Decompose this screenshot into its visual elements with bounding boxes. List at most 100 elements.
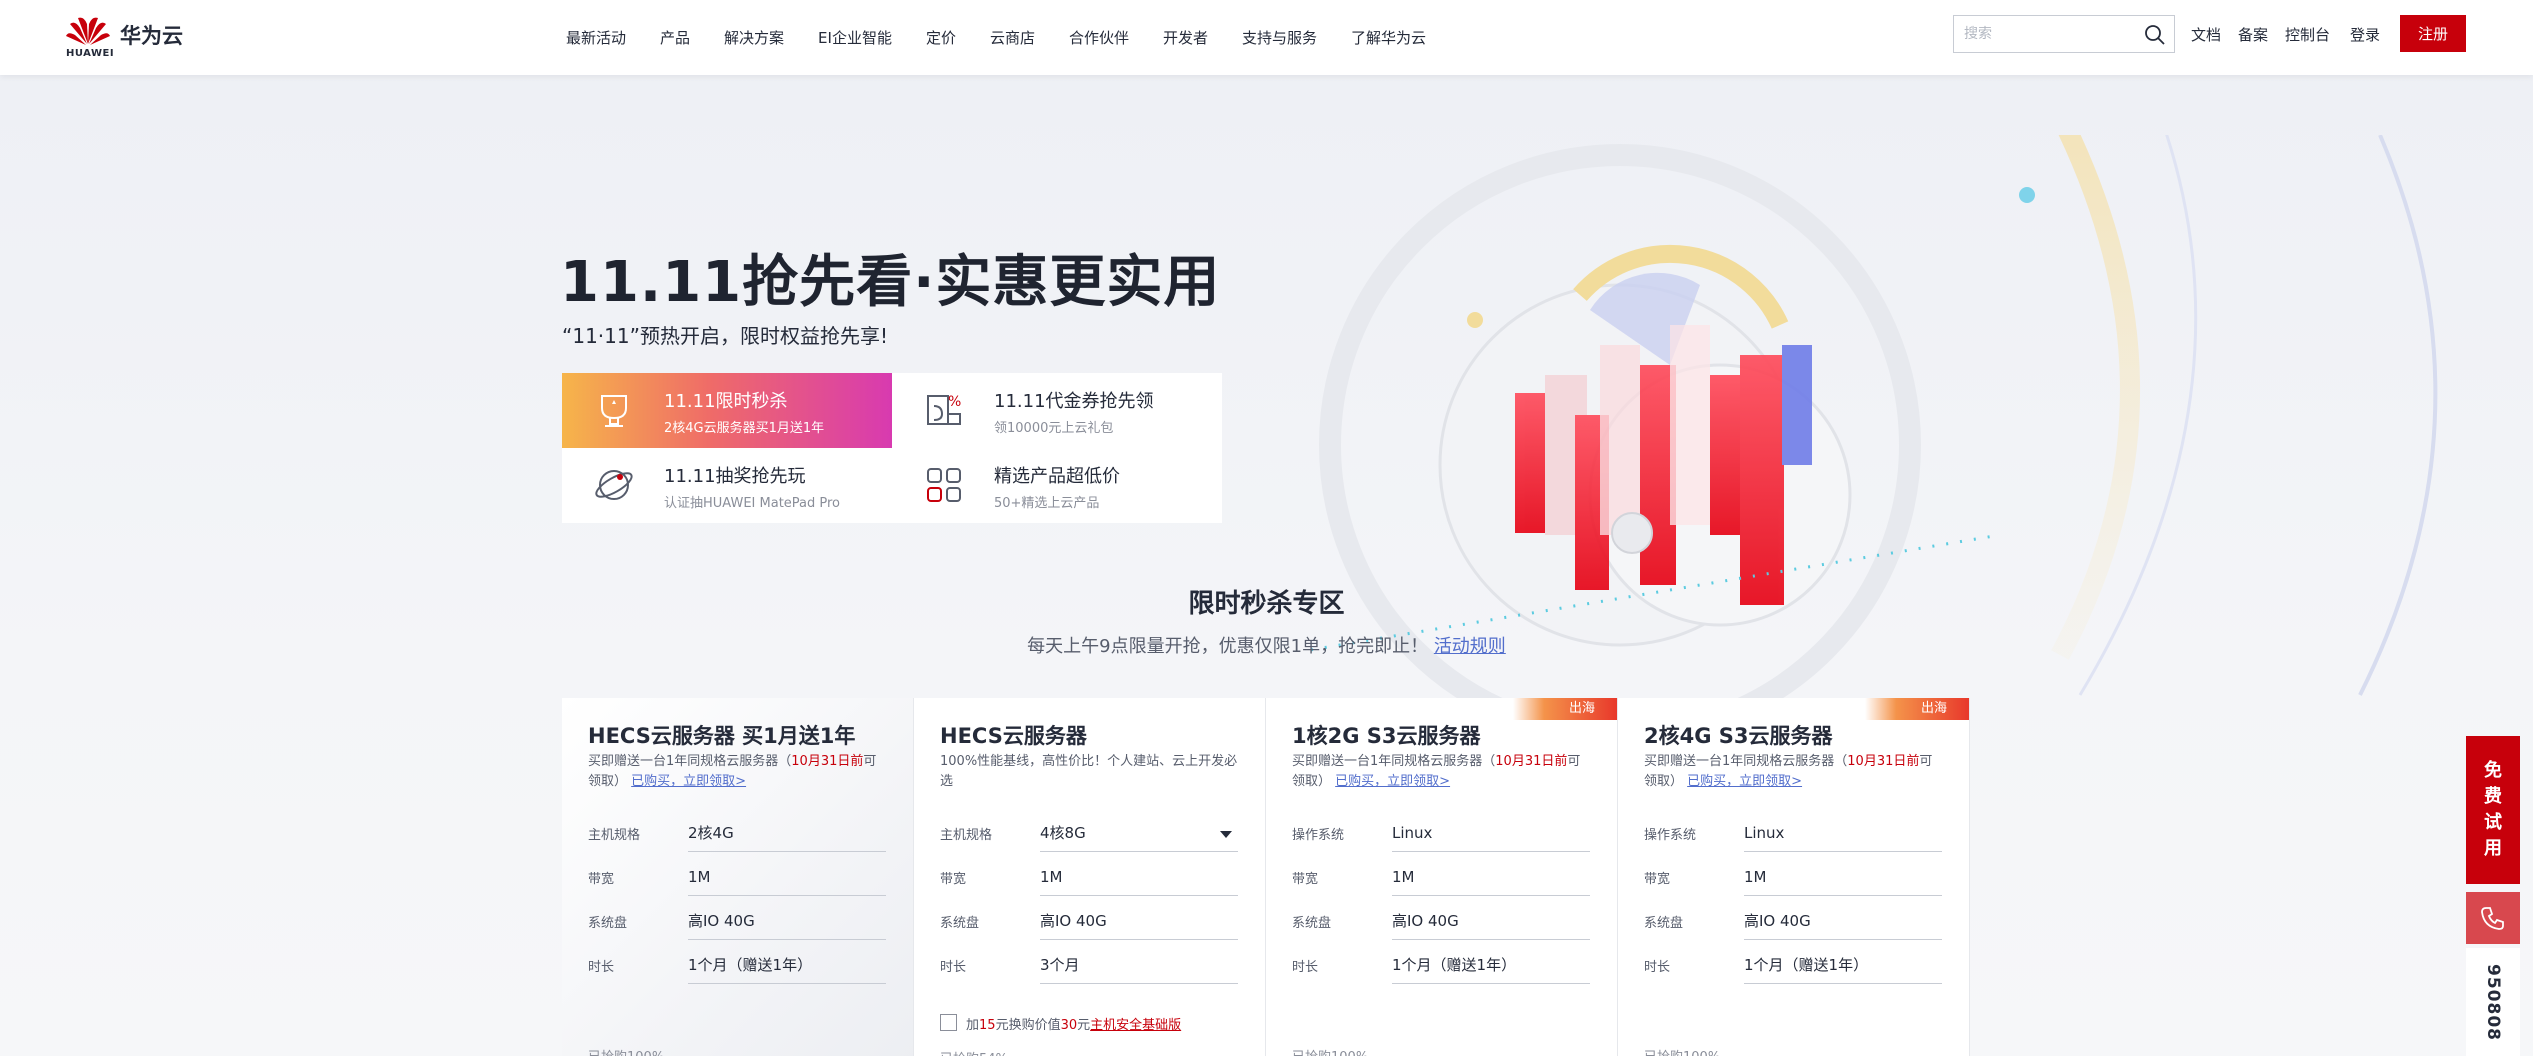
spec-value[interactable]: 2核4G xyxy=(688,818,886,852)
promo-desc: 认证抽HUAWEI MatePad Pro xyxy=(664,496,841,511)
nav-item-about[interactable]: 了解华为云 xyxy=(1351,27,1426,48)
spec-value[interactable]: Linux xyxy=(1744,818,1942,852)
card-desc-text: 买即赠送一台1年同规格云服务器（ xyxy=(1292,754,1496,769)
claim-link[interactable]: 已购买，立即领取> xyxy=(631,774,746,789)
sold-progress-text: 已抢购100% xyxy=(588,1046,664,1056)
promo-title: 11.11限时秒杀 xyxy=(664,391,788,412)
promo-desc: 50+精选上云产品 xyxy=(994,496,1100,511)
spec-value[interactable]: 1个月（赠送1年） xyxy=(688,950,886,984)
nav-item-partners[interactable]: 合作伙伴 xyxy=(1069,27,1129,48)
login-link[interactable]: 登录 xyxy=(2350,0,2380,68)
card-title: 1核2G S3云服务器 xyxy=(1292,724,1481,748)
spec-value[interactable]: 高IO 40G xyxy=(1744,906,1942,940)
spec-value[interactable]: 高IO 40G xyxy=(688,906,886,940)
spec-value[interactable]: 1个月（赠送1年） xyxy=(1744,950,1942,984)
nav-item-ei[interactable]: EI企业智能 xyxy=(818,27,892,48)
phone-button[interactable] xyxy=(2466,892,2520,944)
promo-lottery[interactable]: 11.11抽奖抢先玩 认证抽HUAWEI MatePad Pro xyxy=(562,448,892,523)
spec-label: 系统盘 xyxy=(1644,916,1684,931)
claim-link[interactable]: 已购买，立即领取> xyxy=(1687,774,1802,789)
card-deadline: 10月31日前 xyxy=(1495,754,1568,769)
spec-row: 系统盘 高IO 40G xyxy=(940,904,1240,940)
claim-link[interactable]: 已购买，立即领取> xyxy=(1335,774,1450,789)
spec-label: 主机规格 xyxy=(940,828,993,843)
product-card-hecs-promo: HECS云服务器 买1月送1年 买即赠送一台1年同规格云服务器（10月31日前可… xyxy=(562,698,914,1056)
card-desc: 买即赠送一台1年同规格云服务器（10月31日前可领取） 已购买，立即领取> xyxy=(1292,752,1592,792)
nav-item-marketplace[interactable]: 云商店 xyxy=(990,27,1035,48)
spec-label: 带宽 xyxy=(588,872,615,887)
spec-row: 带宽 1M xyxy=(940,860,1240,896)
card-deadline: 10月31日前 xyxy=(1847,754,1920,769)
card-desc: 买即赠送一台1年同规格云服务器（10月31日前可领取） 已购买，立即领取> xyxy=(588,752,888,792)
addon-text: 加 xyxy=(966,1018,980,1033)
spec-row: 带宽 1M xyxy=(1644,860,1944,896)
card-deadline: 10月31日前 xyxy=(791,754,864,769)
spec-row: 时长 1个月（赠送1年） xyxy=(1644,948,1944,984)
main-nav: 最新活动 产品 解决方案 EI企业智能 定价 云商店 合作伙伴 开发者 支持与服… xyxy=(566,0,1460,75)
addon-text: 元换购价值 xyxy=(995,1018,1061,1033)
spec-value[interactable]: 3个月 xyxy=(1040,950,1238,984)
promo-coupons[interactable]: % 11.11代金券抢先领 领10000元上云礼包 xyxy=(892,373,1222,448)
spec-label: 操作系统 xyxy=(1644,828,1697,843)
spec-label: 主机规格 xyxy=(588,828,641,843)
spec-value[interactable]: 1M xyxy=(688,862,886,896)
spec-select[interactable]: 4核8G xyxy=(1040,818,1238,852)
console-link[interactable]: 控制台 xyxy=(2285,0,2330,68)
spec-label: 带宽 xyxy=(1644,872,1671,887)
promo-title: 11.11抽奖抢先玩 xyxy=(664,466,806,487)
cup-icon xyxy=(601,395,627,427)
product-cards: HECS云服务器 买1月送1年 买即赠送一台1年同规格云服务器（10月31日前可… xyxy=(562,698,1970,1056)
search-box xyxy=(1953,15,2175,53)
overseas-badge: 出海 xyxy=(1865,698,1969,720)
promo-title: 精选产品超低价 xyxy=(994,466,1120,487)
logo-wordmark: HUAWEI xyxy=(66,48,115,59)
activity-rules-link[interactable]: 活动规则 xyxy=(1434,636,1506,657)
spec-value[interactable]: 高IO 40G xyxy=(1392,906,1590,940)
promo-title: 11.11代金券抢先领 xyxy=(994,391,1154,412)
card-title: HECS云服务器 xyxy=(940,724,1087,748)
nav-item-support[interactable]: 支持与服务 xyxy=(1242,27,1317,48)
spec-row: 系统盘 高IO 40G xyxy=(1644,904,1944,940)
phone-number-text: 950808 xyxy=(2483,963,2503,1041)
spec-value[interactable]: 1M xyxy=(1392,862,1590,896)
hero-subtitle: “11·11”预热开启，限时权益抢先享! xyxy=(562,324,888,348)
addon-price: 15 xyxy=(979,1018,996,1033)
coupon-icon: % xyxy=(927,394,961,425)
spec-value[interactable]: 高IO 40G xyxy=(1040,906,1238,940)
free-trial-button[interactable]: 免 费 试 用 xyxy=(2466,736,2520,884)
search-input[interactable] xyxy=(1964,16,2134,52)
docs-link[interactable]: 文档 xyxy=(2191,0,2221,68)
spec-label: 带宽 xyxy=(1292,872,1319,887)
card-title: HECS云服务器 买1月送1年 xyxy=(588,724,856,748)
promo-selected-products[interactable]: 精选产品超低价 50+精选上云产品 xyxy=(892,448,1222,523)
free-trial-char: 试 xyxy=(2484,812,2502,833)
huawei-cloud-logo[interactable]: HUAWEI 华为云 xyxy=(66,14,206,60)
spec-label: 时长 xyxy=(1644,960,1671,975)
spec-label: 时长 xyxy=(940,960,967,975)
spec-label: 系统盘 xyxy=(588,916,628,931)
nav-item-latest[interactable]: 最新活动 xyxy=(566,27,626,48)
addon-checkbox[interactable] xyxy=(940,1014,957,1031)
top-header: HUAWEI 华为云 最新活动 产品 解决方案 EI企业智能 定价 云商店 合作… xyxy=(0,0,2533,75)
spec-value[interactable]: 1M xyxy=(1744,862,1942,896)
nav-item-pricing[interactable]: 定价 xyxy=(926,27,956,48)
spec-label: 操作系统 xyxy=(1292,828,1345,843)
host-security-link[interactable]: 主机安全基础版 xyxy=(1090,1018,1181,1033)
addon-option: 加15元换购价值30元主机安全基础版 xyxy=(940,1012,1250,1034)
free-trial-char: 费 xyxy=(2484,786,2502,807)
spec-value[interactable]: 1M xyxy=(1040,862,1238,896)
svg-text:%: % xyxy=(948,394,961,410)
card-desc: 100%性能基线，高性价比！个人建站、云上开发必选 xyxy=(940,754,1238,789)
promo-flash-sale[interactable]: 11.11限时秒杀 2核4G云服务器买1月送1年 xyxy=(562,373,892,448)
chevron-down-icon xyxy=(1220,831,1232,838)
spec-value[interactable]: Linux xyxy=(1392,818,1590,852)
spec-value[interactable]: 1个月（赠送1年） xyxy=(1392,950,1590,984)
search-icon[interactable] xyxy=(2144,24,2166,46)
spec-row: 时长 3个月 xyxy=(940,948,1240,984)
filing-link[interactable]: 备案 xyxy=(2238,0,2268,68)
nav-item-solutions[interactable]: 解决方案 xyxy=(724,27,784,48)
spec-row: 操作系统 Linux xyxy=(1292,816,1592,852)
nav-item-products[interactable]: 产品 xyxy=(660,27,690,48)
register-button[interactable]: 注册 xyxy=(2400,15,2466,52)
nav-item-developers[interactable]: 开发者 xyxy=(1163,27,1208,48)
